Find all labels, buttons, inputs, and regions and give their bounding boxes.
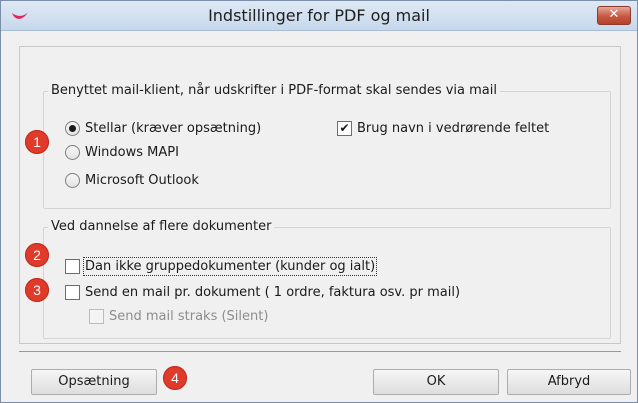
radio-stellar-label: Stellar (kræver opsætning) [85, 121, 262, 136]
cancel-button-label: Afbryd [547, 374, 591, 389]
documents-group-legend: Ved dannelse af flere dokumenter [48, 219, 275, 234]
radio-outlook-circle[interactable] [65, 173, 80, 188]
title-bar[interactable]: Indstillinger for PDF og mail ✕ [1, 1, 637, 31]
use-name-checkbox-row[interactable]: ✔ Brug navn i vedrørende feltet [337, 121, 549, 136]
send-immediately-checkbox [89, 309, 104, 324]
radio-outlook[interactable]: Microsoft Outlook [65, 173, 199, 188]
send-immediately-label: Send mail straks (Silent) [109, 309, 269, 324]
no-group-docs-checkbox[interactable] [65, 259, 80, 274]
cancel-button[interactable]: Afbryd [507, 369, 631, 395]
ok-button-label: OK [426, 374, 446, 389]
mail-client-group-legend: Benyttet mail-klient, når udskrifter i P… [48, 83, 500, 98]
radio-stellar[interactable]: Stellar (kræver opsætning) [65, 121, 261, 136]
window-title: Indstillinger for PDF og mail [208, 6, 430, 25]
use-name-checkbox-label: Brug navn i vedrørende feltet [357, 121, 550, 136]
send-per-doc-label: Send en mail pr. dokument ( 1 ordre, fak… [85, 285, 461, 300]
radio-windows-mapi[interactable]: Windows MAPI [65, 145, 179, 160]
radio-windows-mapi-label: Windows MAPI [85, 145, 179, 160]
annotation-badge-4: 4 [163, 366, 187, 390]
radio-stellar-circle[interactable] [65, 121, 80, 136]
no-group-docs-row[interactable]: Dan ikke gruppedokumenter (kunder og ial… [65, 257, 378, 276]
setup-button-label: Opsætning [58, 374, 130, 389]
send-per-doc-row[interactable]: Send en mail pr. dokument ( 1 ordre, fak… [65, 285, 460, 300]
radio-windows-mapi-circle[interactable] [65, 145, 80, 160]
annotation-badge-1: 1 [25, 130, 49, 154]
setup-button[interactable]: Opsætning [31, 369, 157, 395]
ok-button[interactable]: OK [373, 369, 499, 395]
use-name-checkbox[interactable]: ✔ [337, 121, 352, 136]
close-button[interactable]: ✕ [597, 6, 631, 25]
send-immediately-row: Send mail straks (Silent) [89, 309, 268, 324]
no-group-docs-label: Dan ikke gruppedokumenter (kunder og ial… [82, 257, 378, 276]
radio-outlook-label: Microsoft Outlook [85, 173, 199, 188]
annotation-badge-2: 2 [25, 243, 49, 267]
send-per-doc-checkbox[interactable] [65, 285, 80, 300]
button-row-divider [19, 351, 621, 352]
annotation-badge-3: 3 [25, 278, 49, 302]
dialog-window: Indstillinger for PDF og mail ✕ Benyttet… [0, 0, 638, 403]
